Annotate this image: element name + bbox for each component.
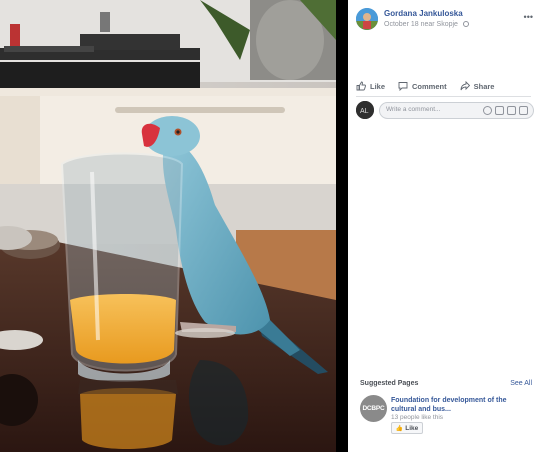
- comment-tools: [480, 106, 528, 115]
- thumbs-up-icon: 👍: [395, 425, 404, 432]
- svg-text:AL: AL: [360, 108, 369, 115]
- camera-icon[interactable]: [495, 106, 504, 115]
- page-like-button[interactable]: 👍 Like: [391, 422, 423, 434]
- emoji-icon[interactable]: [483, 106, 492, 115]
- post-side-panel: Gordana Jankuloska October 18 near Skopj…: [348, 0, 537, 452]
- viewer-gutter: [336, 0, 348, 452]
- post-actions: Like Comment Share: [356, 78, 531, 94]
- page-logo[interactable]: DCBPC: [360, 395, 387, 422]
- comment-label: Comment: [412, 81, 447, 91]
- more-icon[interactable]: •••: [524, 12, 533, 22]
- comment-composer: AL Write a comment...: [356, 101, 534, 121]
- sticker-icon[interactable]: [519, 106, 528, 115]
- share-button[interactable]: Share: [460, 81, 495, 91]
- post-header: Gordana Jankuloska October 18 near Skopj…: [356, 8, 537, 36]
- page-name-link[interactable]: Foundation for development of the cultur…: [391, 396, 532, 414]
- share-arrow-icon: [460, 81, 470, 91]
- current-user-avatar[interactable]: AL: [356, 101, 374, 119]
- comment-input[interactable]: Write a comment...: [386, 106, 440, 113]
- suggested-page-card: DCBPC Foundation for development of the …: [360, 395, 532, 440]
- author-name[interactable]: Gordana Jankuloska: [384, 9, 463, 18]
- author-avatar[interactable]: [356, 8, 378, 30]
- like-button[interactable]: Like: [356, 81, 385, 91]
- thumbs-up-icon: [356, 81, 366, 91]
- actions-divider: [356, 96, 531, 97]
- photo-viewer: [0, 0, 348, 452]
- suggested-pages-title: Suggested Pages: [360, 380, 419, 387]
- globe-icon[interactable]: [462, 21, 469, 27]
- gif-icon[interactable]: [507, 106, 516, 115]
- page-likes-count: 13 people like this: [391, 414, 444, 421]
- post-photo[interactable]: [0, 0, 336, 452]
- see-all-link[interactable]: See All: [510, 380, 532, 387]
- page-like-label: Like: [405, 424, 419, 432]
- comment-button[interactable]: Comment: [398, 81, 447, 91]
- post-timestamp-location[interactable]: October 18 near Skopje: [384, 21, 458, 28]
- comment-input-box[interactable]: Write a comment...: [379, 102, 534, 119]
- post-meta[interactable]: October 18 near Skopje: [384, 21, 469, 28]
- share-label: Share: [473, 81, 495, 91]
- like-label: Like: [370, 81, 386, 91]
- speech-bubble-icon: [398, 82, 408, 91]
- suggested-pages-header: Suggested Pages See All: [360, 380, 532, 392]
